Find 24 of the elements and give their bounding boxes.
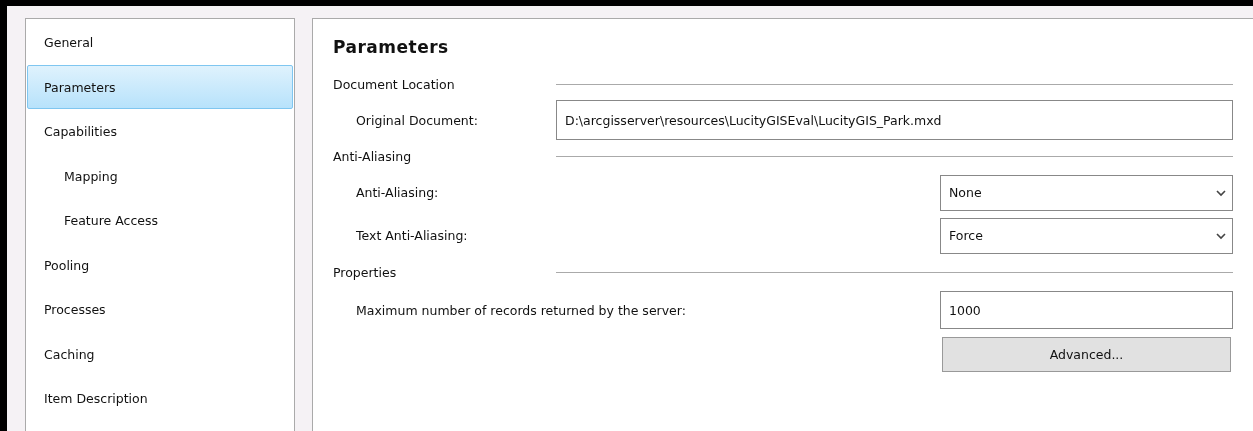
dropdown[interactable]: None <box>940 174 1233 211</box>
sidebar-item[interactable]: Caching <box>27 331 293 376</box>
field-label: Anti-Aliasing: <box>355 185 440 200</box>
section-title: Properties <box>333 264 398 280</box>
sidebar-item[interactable]: Mapping <box>27 153 293 198</box>
sidebar-item[interactable]: Pooling <box>27 242 293 287</box>
dropdown[interactable]: Force <box>940 217 1233 254</box>
field-label: Original Document: <box>355 112 479 128</box>
section-title: Anti-Aliasing <box>333 148 413 164</box>
sidebar-item[interactable]: Capabilities <box>27 109 293 154</box>
advanced-button[interactable]: Advanced... <box>942 336 1231 372</box>
field-label: Text Anti-Aliasing: <box>355 228 469 243</box>
section-title: Document Location <box>333 76 456 92</box>
sidebar-item[interactable]: Feature Access <box>27 198 293 243</box>
page-title: Parameters <box>333 37 450 59</box>
sidebar-item[interactable]: Processes <box>27 287 293 332</box>
field-label: Maximum number of records returned by the server: <box>355 302 687 318</box>
sidebar-item[interactable]: Parameters <box>27 64 293 109</box>
sidebar-item[interactable]: General <box>27 20 293 65</box>
input-field[interactable]: 1000 <box>940 291 1233 329</box>
chevron-down-icon <box>1216 188 1226 197</box>
chevron-down-icon <box>1216 231 1226 240</box>
sidebar-item[interactable]: Item Description <box>27 376 293 421</box>
input-field[interactable]: D:\arcgisserver\resources\LucityGISEval\LucityGIS_Park.mxd <box>556 100 1233 140</box>
